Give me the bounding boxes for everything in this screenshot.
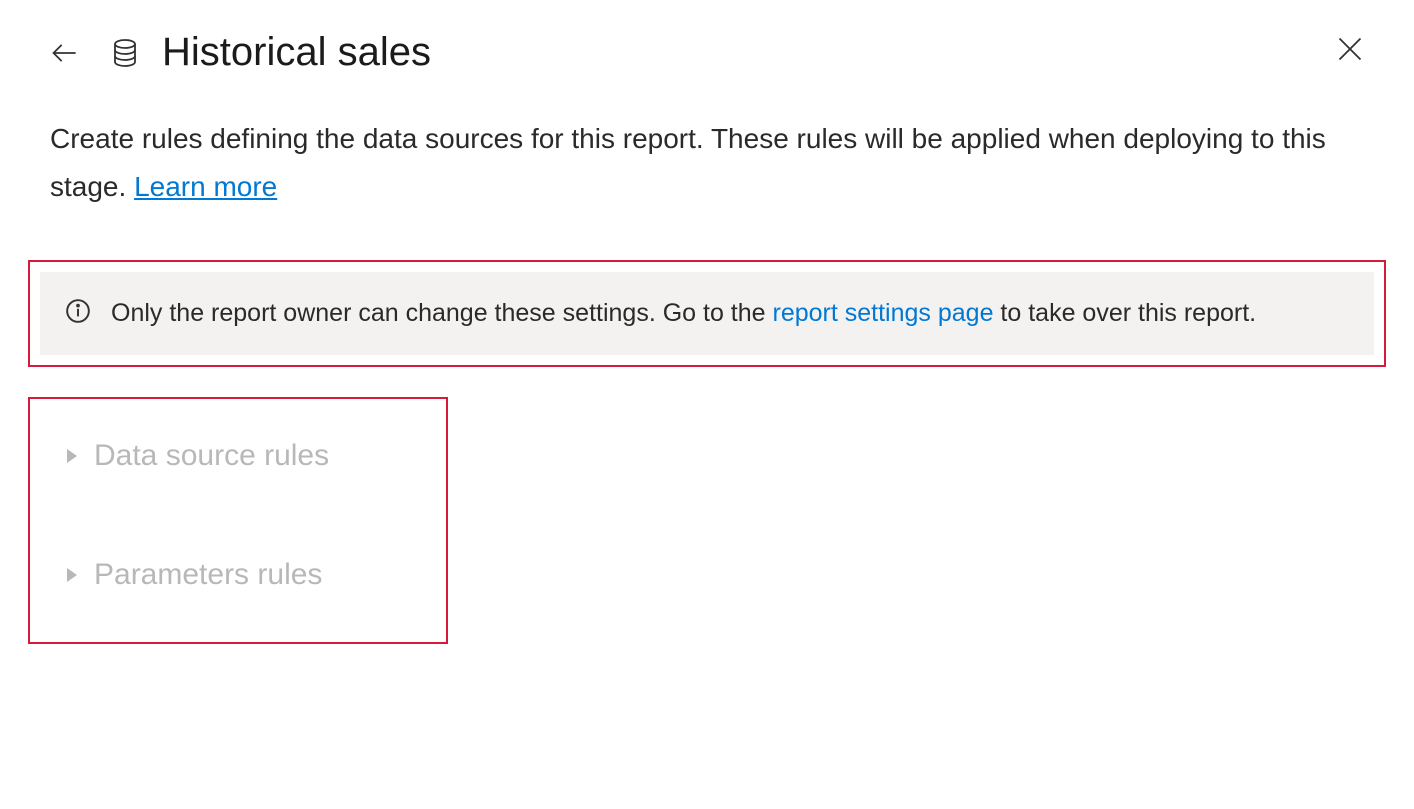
- close-icon: [1336, 35, 1364, 63]
- parameters-rules-label: Parameters rules: [94, 558, 322, 592]
- chevron-right-icon: [65, 566, 79, 584]
- page-title: Historical sales: [162, 30, 431, 75]
- chevron-right-icon: [65, 447, 79, 465]
- arrow-left-icon: [50, 39, 78, 67]
- info-message-box: Only the report owner can change these s…: [40, 272, 1374, 355]
- info-text-part1: Only the report owner can change these s…: [111, 299, 773, 327]
- learn-more-link[interactable]: Learn more: [134, 171, 277, 202]
- parameters-rules-expander[interactable]: Parameters rules: [50, 543, 426, 607]
- info-text-part2: to take over this report.: [993, 299, 1256, 327]
- panel-header: Historical sales: [0, 0, 1414, 95]
- database-icon: [113, 39, 137, 67]
- back-button[interactable]: [50, 39, 78, 67]
- data-source-rules-label: Data source rules: [94, 439, 329, 473]
- info-box-highlight: Only the report owner can change these s…: [28, 260, 1386, 367]
- description-text: Create rules defining the data sources f…: [0, 95, 1414, 220]
- info-icon: [65, 298, 91, 329]
- info-message-text: Only the report owner can change these s…: [111, 294, 1256, 333]
- close-button[interactable]: [1336, 35, 1364, 68]
- rules-section-highlight: Data source rules Parameters rules: [28, 397, 448, 644]
- data-source-rules-expander[interactable]: Data source rules: [50, 424, 426, 488]
- report-settings-link[interactable]: report settings page: [773, 299, 994, 327]
